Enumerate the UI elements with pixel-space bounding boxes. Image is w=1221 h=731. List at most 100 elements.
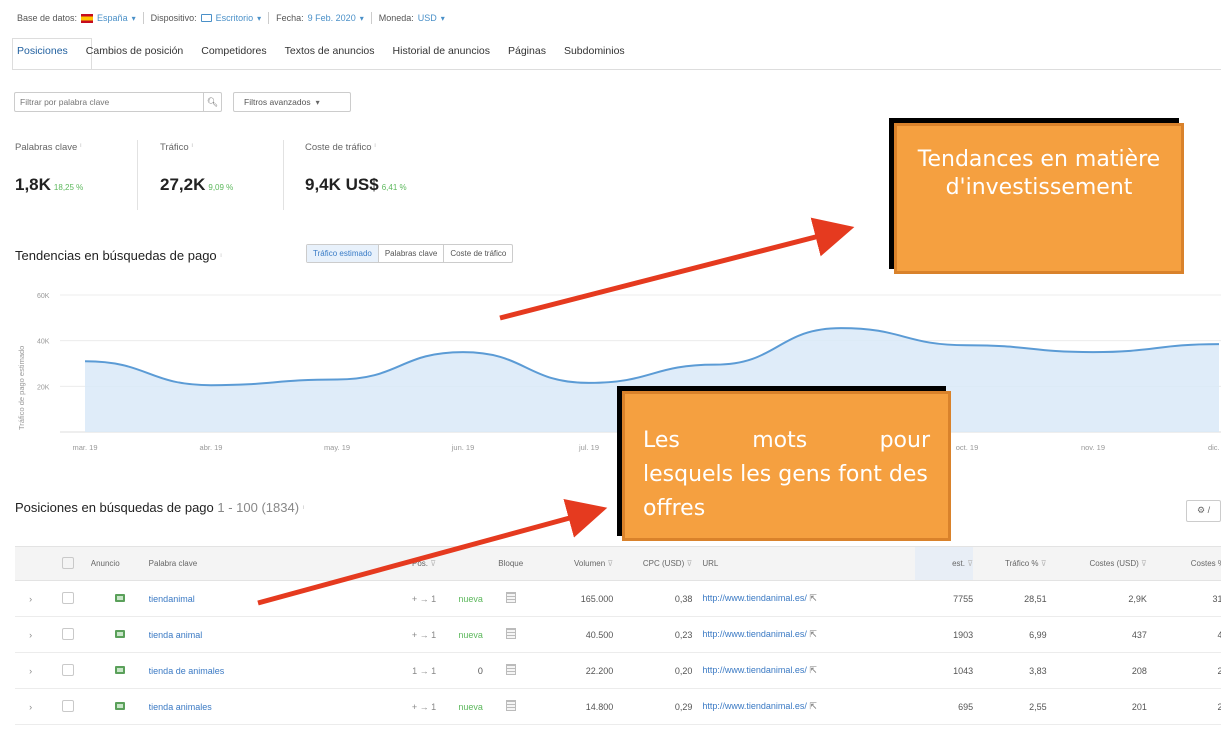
date-label: Fecha:	[276, 13, 304, 23]
col-trafico-pct[interactable]: Tráfico % ⊽	[973, 546, 1047, 581]
col-pos[interactable]: Pos. ⊽	[355, 546, 437, 581]
tab-competidores[interactable]: Competidores	[201, 40, 266, 62]
url-cell: http://www.tiendanimal.es/ ⇱	[692, 688, 916, 725]
col-costes[interactable]: Costes (USD) ⊽	[1046, 546, 1147, 581]
metric-traffic-cost: Coste de tráfico ⁱ 9,4K US$ 6,41 %	[305, 142, 407, 195]
url-link[interactable]: http://www.tiendanimal.es/	[702, 629, 807, 639]
keyword-link[interactable]: tienda de animales	[148, 652, 356, 689]
expand-row-icon[interactable]: ›	[15, 580, 47, 617]
traffic-pct: 6,99	[973, 616, 1047, 653]
keyword-link[interactable]: tiendanimal	[148, 580, 356, 617]
col-est[interactable]: est. ⊽	[915, 546, 974, 581]
traffic-pct: 28,51	[973, 580, 1047, 617]
external-link-icon[interactable]: ⇱	[809, 629, 817, 639]
ad-icon[interactable]	[90, 688, 149, 725]
metric-label: Palabras clave ⁱ	[15, 142, 82, 153]
expand-row-icon[interactable]: ›	[15, 652, 47, 689]
table-range: 1 - 100 (1834)	[217, 500, 300, 515]
x-tick-label: dic. 19	[1208, 443, 1221, 452]
expand-row-icon[interactable]: ›	[15, 688, 47, 725]
database-filter[interactable]: Base de datos: España ▾	[17, 13, 136, 23]
row-checkbox[interactable]	[46, 580, 91, 617]
col-url[interactable]: URL	[692, 546, 916, 581]
traffic-pct: 3,83	[973, 652, 1047, 689]
keyword-filter-input[interactable]	[15, 93, 203, 111]
row-checkbox[interactable]	[46, 652, 91, 689]
toggle-keywords[interactable]: Palabras clave	[379, 245, 445, 262]
tab-posiciones[interactable]: Posiciones	[17, 40, 68, 62]
device-filter[interactable]: Dispositivo: Escritorio ▾	[151, 13, 262, 23]
external-link-icon[interactable]: ⇱	[809, 701, 817, 711]
row-checkbox[interactable]	[46, 616, 91, 653]
row-checkbox[interactable]	[46, 688, 91, 725]
gear-icon[interactable]: ⚙ /	[1186, 500, 1221, 522]
col-palabra-clave[interactable]: Palabra clave	[148, 546, 356, 581]
external-link-icon[interactable]: ⇱	[809, 593, 817, 603]
url-link[interactable]: http://www.tiendanimal.es/	[702, 593, 807, 603]
tab-paginas[interactable]: Páginas	[508, 40, 546, 62]
col-cpc[interactable]: CPC (USD) ⊽	[613, 546, 693, 581]
toggle-traffic-cost[interactable]: Coste de tráfico	[444, 245, 512, 262]
position: + → 1	[355, 688, 437, 725]
y-tick-label: 20K	[37, 384, 50, 391]
costs: 437	[1046, 616, 1147, 653]
keyword-link[interactable]: tienda animal	[148, 616, 356, 653]
costs-pct: 2,	[1146, 652, 1221, 689]
chevron-down-icon: ▾	[131, 13, 136, 23]
ad-icon[interactable]	[90, 616, 149, 653]
est: 695	[915, 688, 974, 725]
x-tick-label: jun. 19	[451, 443, 475, 452]
divider	[137, 140, 138, 210]
url-link[interactable]: http://www.tiendanimal.es/	[702, 665, 807, 675]
position-change: 0	[436, 652, 483, 689]
metric-label: Coste de tráfico ⁱ	[305, 142, 376, 153]
currency-value: USD	[417, 13, 437, 23]
advanced-filters-dropdown[interactable]: Filtros avanzados ▾	[233, 92, 351, 112]
est: 1903	[915, 616, 974, 653]
ad-icon[interactable]	[90, 652, 149, 689]
currency-label: Moneda:	[378, 13, 414, 23]
costs: 2,9K	[1046, 580, 1147, 617]
device-value: Escritorio	[215, 13, 254, 23]
divider	[142, 12, 144, 24]
block-icon	[482, 616, 539, 653]
url-link[interactable]: http://www.tiendanimal.es/	[702, 701, 807, 711]
search-icon[interactable]: 🔍︎	[203, 93, 221, 111]
costs-pct: 4,	[1146, 616, 1221, 653]
expand-col	[15, 546, 47, 581]
annotation-investment-trends: Tendances en matière d'investissement	[894, 123, 1184, 274]
tab-historial-de-anuncios[interactable]: Historial de anuncios	[393, 40, 490, 62]
keyword-link[interactable]: tienda animales	[148, 688, 356, 725]
tab-subdominios[interactable]: Subdominios	[564, 40, 625, 62]
chevron-down-icon: ▾	[315, 97, 320, 107]
tab-cambios-de-posicion[interactable]: Cambios de posición	[86, 40, 183, 62]
position-change: nueva	[436, 580, 483, 617]
traffic-pct: 2,55	[973, 688, 1047, 725]
ad-icon[interactable]	[90, 580, 149, 617]
tab-textos-de-anuncios[interactable]: Textos de anuncios	[285, 40, 375, 62]
url-cell: http://www.tiendanimal.es/ ⇱	[692, 616, 916, 653]
y-axis-label: Tráfico de pago estimado	[17, 346, 26, 430]
col-volumen[interactable]: Volumen ⊽	[538, 546, 614, 581]
currency-filter[interactable]: Moneda: USD ▾	[379, 13, 445, 23]
x-tick-label: abr. 19	[200, 443, 223, 452]
col-change[interactable]	[436, 546, 483, 581]
expand-row-icon[interactable]: ›	[15, 616, 47, 653]
x-tick-label: nov. 19	[1081, 443, 1105, 452]
select-all-checkbox[interactable]	[46, 546, 91, 581]
external-link-icon[interactable]: ⇱	[809, 665, 817, 675]
col-costes-pct[interactable]: Costes %	[1146, 546, 1221, 581]
cpc: 0,20	[613, 652, 693, 689]
trend-metric-toggle: Tráfico estimado Palabras clave Coste de…	[306, 244, 514, 263]
table-row: › tienda de animales 1 → 1 0 22.200 0,20 http:…	[15, 652, 1221, 689]
est: 7755	[915, 580, 974, 617]
col-bloque[interactable]: Bloque	[482, 546, 539, 581]
date-filter[interactable]: Fecha: 9 Feb. 2020 ▾	[276, 13, 364, 23]
positions-table: Anuncio Palabra clave Pos. ⊽ Bloque Volu…	[15, 546, 1221, 725]
cpc: 0,29	[613, 688, 693, 725]
spain-flag-icon	[81, 13, 94, 23]
col-anuncio[interactable]: Anuncio	[90, 546, 149, 581]
position: 1 → 1	[355, 652, 437, 689]
toggle-estimated-traffic[interactable]: Tráfico estimado	[307, 245, 379, 262]
trends-title: Tendencias en búsquedas de pago ⁱ	[15, 248, 222, 263]
